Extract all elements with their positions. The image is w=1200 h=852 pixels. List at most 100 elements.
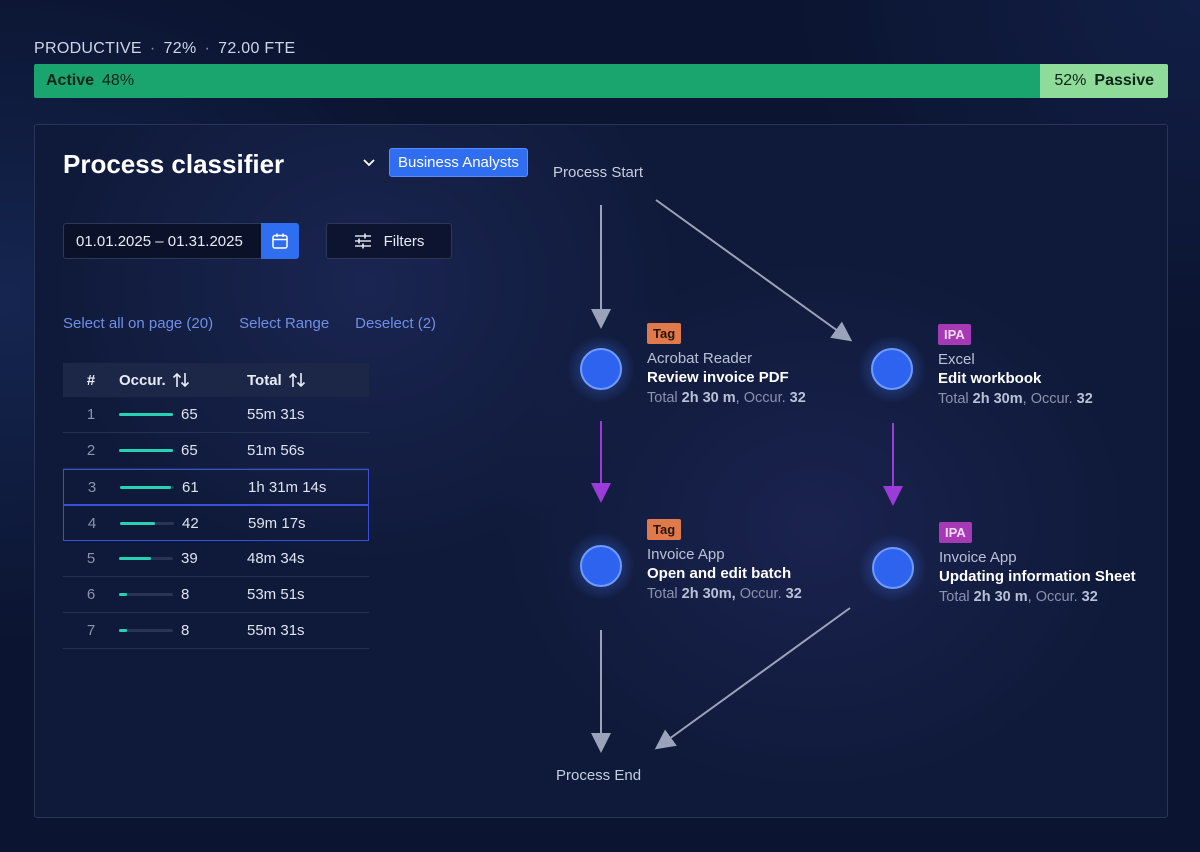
row-number: 4 [87, 514, 97, 532]
passive-label: Passive [1094, 72, 1154, 89]
productivity-fte: 72.00 FTE [218, 40, 296, 57]
node-task-name: Edit workbook [938, 370, 1042, 387]
occurrence-value: 39 [181, 550, 198, 567]
node-task-name: Open and edit batch [647, 565, 792, 582]
occurrence-bar-fill [119, 557, 152, 560]
table-row[interactable]: 5 39 48m 34s [63, 541, 369, 577]
occurrence-bar [120, 521, 174, 525]
productivity-percent: 72% [163, 40, 197, 57]
filters-button[interactable]: Filters [326, 223, 452, 259]
table-row[interactable]: 2 65 51m 56s [63, 433, 369, 469]
occurrence-bar-fill [119, 593, 127, 596]
occurrence-bar-fill [119, 449, 173, 452]
active-percent: 48% [102, 72, 135, 89]
node-task-name: Updating information Sheet [939, 568, 1136, 585]
date-range-input[interactable]: 01.01.2025 – 01.31.2025 [63, 223, 299, 259]
total-time: 48m 34s [247, 550, 305, 567]
table-row[interactable]: 6 8 53m 51s [63, 577, 369, 613]
filters-label: Filters [383, 232, 425, 250]
table-row[interactable]: 4 42 59m 17s [63, 505, 369, 541]
node-app-name: Invoice App [647, 546, 725, 563]
process-table: # Occur. Total 1 65 55m 31s 2 65 51m 56s 3 61 1h… [63, 363, 369, 649]
occurrence-value: 65 [181, 442, 198, 459]
occurrence-cell: 8 [119, 622, 247, 639]
ipa-badge: IPA [938, 324, 971, 345]
node-stats: Total 2h 30 m, Occur. 32 [647, 390, 806, 406]
total-time: 53m 51s [247, 586, 305, 603]
node-card-invoice-batch[interactable]: Tag Invoice App Open and edit batch Tota… [647, 519, 802, 602]
node-stats: Total 2h 30m, Occur. 32 [647, 586, 802, 602]
row-number: 7 [86, 622, 96, 639]
productivity-label: PRODUCTIVE [34, 40, 142, 57]
process-end-label: Process End [556, 767, 642, 784]
occurrence-bar-fill [120, 485, 171, 489]
occurrence-value: 61 [182, 478, 199, 496]
deselect-link[interactable]: Deselect (2) [355, 315, 436, 332]
occurrence-cell: 39 [119, 550, 247, 567]
total-time: 59m 17s [248, 514, 306, 532]
table-body: 1 65 55m 31s 2 65 51m 56s 3 61 1h 31m 14s 4 42 59m … [63, 397, 369, 649]
passive-percent: 52% [1054, 72, 1087, 89]
table-row[interactable]: 3 61 1h 31m 14s [63, 469, 369, 505]
node-app-name: Excel [938, 351, 975, 368]
total-time: 55m 31s [247, 622, 305, 639]
total-header-label: Total [247, 371, 282, 389]
page-title: Process classifier [63, 149, 285, 179]
occurrence-cell: 8 [119, 586, 247, 603]
selection-links: Select all on page (20) Select Range Des… [63, 315, 436, 332]
node-stats: Total 2h 30 m, Occur. 32 [939, 589, 1098, 605]
row-number: 5 [86, 550, 96, 567]
occurrence-value: 8 [181, 622, 190, 639]
node-card-invoice-sheet[interactable]: IPA Invoice App Updating information She… [939, 522, 1136, 605]
occur-header-label: Occur. [119, 371, 166, 389]
select-range-link[interactable]: Select Range [239, 315, 329, 332]
calendar-button[interactable] [261, 223, 299, 259]
column-header-number: # [86, 371, 96, 389]
ipa-badge: IPA [939, 522, 972, 543]
occurrence-bar [119, 629, 173, 632]
process-classifier-panel: Process classifier Business Analysts 01.… [34, 124, 1168, 818]
occurrence-value: 8 [181, 586, 190, 603]
occurrence-bar [119, 413, 173, 416]
column-header-occurrences[interactable]: Occur. [119, 371, 247, 389]
table-header: # Occur. Total [63, 363, 369, 397]
flow-node-acrobat [580, 348, 622, 390]
occurrence-value: 42 [182, 514, 199, 532]
sliders-icon [354, 233, 371, 249]
date-range-value: 01.01.2025 – 01.31.2025 [76, 232, 243, 250]
column-header-total[interactable]: Total [247, 371, 306, 389]
node-stats: Total 2h 30m, Occur. 32 [938, 391, 1093, 407]
tag-badge: Tag [647, 519, 682, 540]
tag-badge: Tag [647, 323, 682, 344]
row-number: 2 [86, 442, 96, 459]
table-row[interactable]: 1 65 55m 31s [63, 397, 369, 433]
occurrence-bar [120, 485, 174, 489]
process-start-label: Process Start [553, 164, 644, 181]
sort-icon[interactable] [288, 371, 306, 389]
occurrence-bar [119, 557, 173, 560]
calendar-icon [272, 233, 288, 249]
occurrence-bar [119, 593, 173, 596]
node-card-acrobat[interactable]: Tag Acrobat Reader Review invoice PDF To… [647, 323, 806, 406]
active-label: Active [46, 72, 95, 89]
total-time: 1h 31m 14s [248, 478, 327, 496]
select-all-link[interactable]: Select all on page (20) [63, 315, 213, 332]
occurrence-cell: 65 [119, 406, 247, 423]
passive-segment: 52% Passive [1039, 64, 1168, 98]
productivity-header: PRODUCTIVE · 72% · 72.00 FTE [34, 40, 296, 57]
occurrence-bar-fill [119, 413, 173, 416]
row-number: 1 [86, 406, 96, 423]
row-number: 3 [87, 478, 97, 496]
team-selector[interactable]: Business Analysts [389, 148, 528, 177]
chevron-down-icon[interactable] [363, 157, 375, 169]
flow-arrow-start-to-excel [655, 199, 853, 342]
table-row[interactable]: 7 8 55m 31s [63, 613, 369, 649]
node-task-name: Review invoice PDF [647, 369, 789, 386]
flow-node-invoice-sheet [872, 547, 914, 589]
total-time: 55m 31s [247, 406, 305, 423]
node-card-excel[interactable]: IPA Excel Edit workbook Total 2h 30m, Oc… [938, 324, 1093, 407]
sort-icon[interactable] [172, 371, 190, 389]
occurrence-bar-fill [120, 521, 156, 525]
node-app-name: Acrobat Reader [647, 350, 753, 367]
node-app-name: Invoice App [939, 549, 1017, 566]
